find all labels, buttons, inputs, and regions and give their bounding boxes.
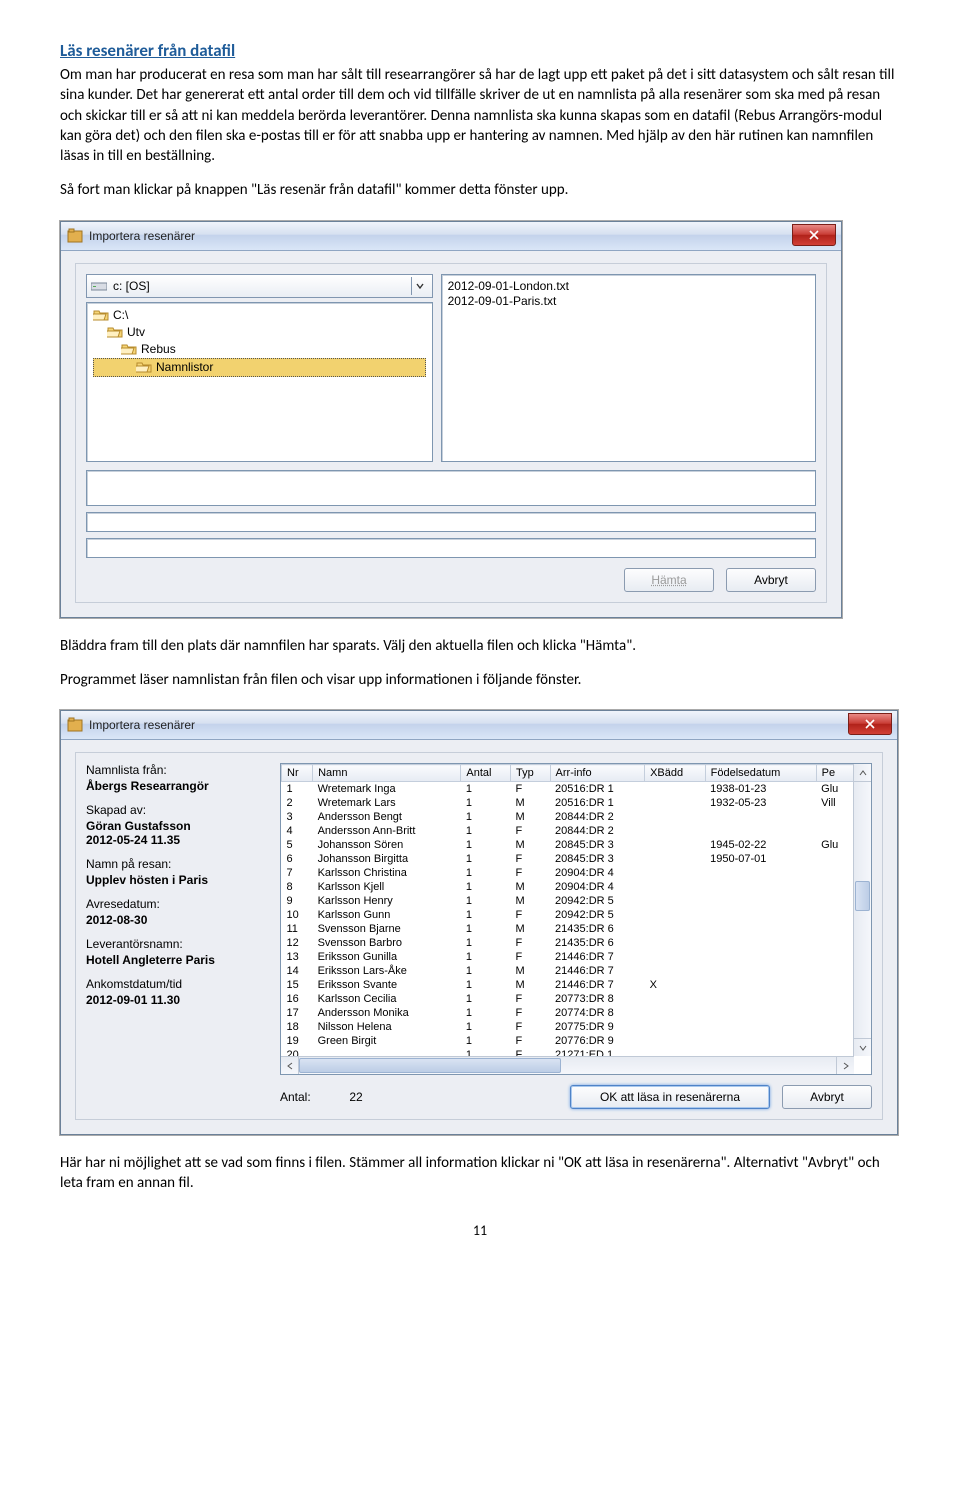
- table-row[interactable]: 16Karlsson Cecilia1F20773:DR 8: [282, 992, 854, 1006]
- table-row[interactable]: 14Eriksson Lars-Åke1M21446:DR 7: [282, 964, 854, 978]
- table-row[interactable]: 15Eriksson Svante1M21446:DR 7X: [282, 978, 854, 992]
- vertical-scrollbar[interactable]: [853, 764, 871, 1056]
- table-row[interactable]: 10Karlsson Gunn1F20942:DR 5: [282, 908, 854, 922]
- value: 2012-08-30: [86, 913, 266, 927]
- table-row[interactable]: 5Johansson Sören1M20845:DR 31945-02-22Gl…: [282, 838, 854, 852]
- table-row[interactable]: 7Karlsson Christina1F20904:DR 4: [282, 866, 854, 880]
- value: Upplev hösten i Paris: [86, 873, 266, 887]
- paragraph-browse: Bläddra fram till den plats där namnfile…: [60, 636, 900, 656]
- value: Göran Gustafsson: [86, 819, 266, 833]
- folder-open-icon: [121, 342, 137, 356]
- close-button[interactable]: [848, 713, 892, 735]
- value: 2012-05-24 11.35: [86, 833, 266, 847]
- avbryt-button[interactable]: Avbryt: [726, 568, 816, 592]
- info-panel: Namnlista från: Åbergs Researrangör Skap…: [86, 763, 266, 1109]
- table-row[interactable]: 1Wretemark Inga1F20516:DR 11938-01-23Glu: [282, 782, 854, 797]
- table-row[interactable]: 11Svensson Bjarne1M21435:DR 6: [282, 922, 854, 936]
- table-row[interactable]: 6Johansson Birgitta1F20845:DR 31950-07-0…: [282, 852, 854, 866]
- column-header[interactable]: Födelsedatum: [705, 765, 816, 782]
- label: Ankomstdatum/tid: [86, 977, 266, 991]
- folder-item-selected[interactable]: Namnlistor: [93, 358, 426, 377]
- file-item[interactable]: 2012-09-01-Paris.txt: [448, 294, 809, 309]
- text-field[interactable]: [86, 512, 816, 532]
- traveler-table[interactable]: NrNamnAntalTypArr-infoXBäddFödelsedatumP…: [280, 763, 872, 1075]
- text-field[interactable]: [86, 470, 816, 506]
- column-header[interactable]: Typ: [511, 765, 551, 782]
- screenshot-import-list: Importera resenärer Namnlista från: Åber…: [60, 710, 898, 1135]
- app-icon: [67, 228, 83, 244]
- horizontal-scrollbar[interactable]: [281, 1056, 854, 1074]
- table-row[interactable]: 4Andersson Ann-Britt1F20844:DR 2: [282, 824, 854, 838]
- section-heading: Läs resenärer från datafil: [60, 40, 900, 61]
- column-header[interactable]: Antal: [461, 765, 511, 782]
- scroll-right-icon[interactable]: [836, 1057, 854, 1074]
- chevron-down-icon[interactable]: [411, 277, 428, 295]
- table-row[interactable]: 19Green Birgit1F20776:DR 9: [282, 1034, 854, 1048]
- column-header[interactable]: Namn: [313, 765, 461, 782]
- column-header[interactable]: Pe: [816, 765, 853, 782]
- paragraph-confirm: Här har ni möjlighet att se vad som finn…: [60, 1153, 900, 1194]
- table-row[interactable]: 13Eriksson Gunilla1F21446:DR 7: [282, 950, 854, 964]
- folder-open-icon: [136, 360, 152, 374]
- scroll-thumb[interactable]: [855, 881, 870, 911]
- paragraph-intro: Om man har producerat en resa som man ha…: [60, 65, 900, 166]
- ok-read-button[interactable]: OK att läsa in resenärerna: [570, 1085, 770, 1109]
- label: Namn på resan:: [86, 857, 266, 871]
- scroll-up-icon[interactable]: [854, 764, 871, 782]
- folder-item[interactable]: Rebus: [93, 341, 426, 358]
- table-row[interactable]: 2Wretemark Lars1M20516:DR 11932-05-23Vil…: [282, 796, 854, 810]
- file-item[interactable]: 2012-09-01-London.txt: [448, 279, 809, 294]
- label: Avresedatum:: [86, 897, 266, 911]
- paragraph-open-dialog: Så fort man klickar på knappen "Läs rese…: [60, 180, 900, 200]
- scroll-thumb[interactable]: [299, 1058, 561, 1073]
- scroll-down-icon[interactable]: [854, 1038, 871, 1056]
- table-row[interactable]: 18Nilsson Helena1F20775:DR 9: [282, 1020, 854, 1034]
- folder-item[interactable]: C:\: [93, 307, 426, 324]
- hamta-button[interactable]: Hämta: [624, 568, 714, 592]
- titlebar: Importera resenärer: [61, 711, 897, 740]
- drive-icon: [91, 280, 107, 292]
- drive-dropdown[interactable]: c: [OS]: [86, 274, 433, 298]
- table-row[interactable]: 17Andersson Monika1F20774:DR 8: [282, 1006, 854, 1020]
- app-icon: [67, 717, 83, 733]
- folder-open-icon: [107, 325, 123, 339]
- folder-item[interactable]: Utv: [93, 324, 426, 341]
- table-row[interactable]: 12Svensson Barbro1F21435:DR 6: [282, 936, 854, 950]
- table-row[interactable]: 8Karlsson Kjell1M20904:DR 4: [282, 880, 854, 894]
- screenshot-file-browser: Importera resenärer c: [OS]: [60, 221, 842, 618]
- antal-label: Antal:: [280, 1090, 311, 1104]
- table-row[interactable]: 3Andersson Bengt1M20844:DR 2: [282, 810, 854, 824]
- avbryt-button[interactable]: Avbryt: [782, 1085, 872, 1109]
- dialog-title: Importera resenärer: [89, 229, 195, 243]
- value: Hotell Angleterre Paris: [86, 953, 266, 967]
- table-row[interactable]: 9Karlsson Henry1M20942:DR 5: [282, 894, 854, 908]
- antal-value: 22: [323, 1090, 363, 1104]
- folder-tree[interactable]: C:\ Utv Rebus Namnlistor: [86, 302, 433, 462]
- scroll-left-icon[interactable]: [281, 1057, 299, 1074]
- value: 2012-09-01 11.30: [86, 993, 266, 1007]
- folder-open-icon: [93, 308, 109, 322]
- titlebar: Importera resenärer: [61, 222, 841, 251]
- column-header[interactable]: Arr-info: [550, 765, 645, 782]
- file-list[interactable]: 2012-09-01-London.txt 2012-09-01-Paris.t…: [441, 274, 816, 462]
- text-field[interactable]: [86, 538, 816, 558]
- column-header[interactable]: XBädd: [645, 765, 706, 782]
- paragraph-reads: Programmet läser namnlistan från filen o…: [60, 670, 900, 690]
- page-number: 11: [60, 1222, 900, 1239]
- close-button[interactable]: [792, 224, 836, 246]
- value: Åbergs Researrangör: [86, 779, 266, 793]
- drive-label: c: [OS]: [113, 279, 150, 293]
- label: Namnlista från:: [86, 763, 266, 777]
- label: Leverantörsnamn:: [86, 937, 266, 951]
- column-header[interactable]: Nr: [282, 765, 313, 782]
- label: Skapad av:: [86, 803, 266, 817]
- dialog-title: Importera resenärer: [89, 718, 195, 732]
